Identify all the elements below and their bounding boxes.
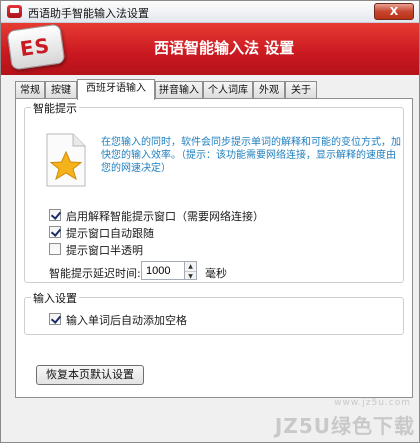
- auto-space-checkbox[interactable]: [49, 313, 61, 325]
- tab-panel-spanish-input: 智能提示 在您输入的同时，软件会同步提示单词的解释和可能的变位方式，加快您的输入…: [15, 98, 413, 398]
- logo-text: ES: [18, 33, 52, 62]
- tab-about[interactable]: 关于: [285, 81, 317, 99]
- document-star-icon: [46, 133, 86, 187]
- tab-general[interactable]: 常规: [15, 81, 45, 99]
- smart-hint-group-title: 智能提示: [31, 100, 79, 116]
- title-bar[interactable]: 西语助手智能输入法设置 X: [1, 1, 419, 23]
- tab-spanish-input[interactable]: 西班牙语输入: [77, 79, 155, 100]
- input-settings-group-title: 输入设置: [31, 290, 79, 306]
- hint-translucent-label: 提示窗口半透明: [66, 244, 143, 257]
- enable-hint-window-checkbox[interactable]: [49, 209, 61, 221]
- restore-defaults-button[interactable]: 恢复本页默认设置: [36, 365, 144, 385]
- window-title: 西语助手智能输入法设置: [28, 7, 149, 20]
- tab-keys[interactable]: 按键: [45, 81, 77, 99]
- delay-label: 智能提示延迟时间:: [49, 267, 141, 280]
- delay-unit: 毫秒: [205, 267, 227, 280]
- watermark-url: www.jz5u.com: [334, 398, 411, 408]
- close-button[interactable]: X: [374, 3, 414, 20]
- tab-personal-dictionary[interactable]: 个人词库: [203, 81, 253, 99]
- tab-strip: 常规 按键 西班牙语输入 拼音输入 个人词库 外观 关于: [15, 79, 415, 100]
- banner-title: 西语智能输入法 设置: [154, 39, 295, 57]
- tab-pinyin-input[interactable]: 拼音输入: [155, 81, 203, 99]
- watermark: www.jz5u.com JZ5U绿色下载: [274, 398, 415, 438]
- app-icon: [7, 5, 22, 18]
- hint-translucent-checkbox[interactable]: [49, 243, 61, 255]
- delay-input[interactable]: [141, 261, 185, 280]
- watermark-text: JZ5U绿色下载: [274, 414, 415, 438]
- delay-spinner[interactable]: ▲ ▼: [185, 261, 197, 280]
- hint-follow-label: 提示窗口自动跟随: [66, 227, 154, 240]
- input-settings-group: 输入设置 输入单词后自动添加空格: [24, 290, 404, 335]
- auto-space-label: 输入单词后自动添加空格: [66, 314, 187, 327]
- hint-follow-checkbox[interactable]: [49, 226, 61, 238]
- settings-window: 西语助手智能输入法设置 X ES 西语智能输入法 设置 常规 按键 西班牙语输入…: [0, 0, 420, 443]
- keyboard-key-logo-icon: ES: [6, 23, 66, 71]
- spin-up-icon[interactable]: ▲: [185, 262, 196, 271]
- enable-hint-window-label: 启用解释智能提示窗口（需要网络连接）: [66, 210, 264, 223]
- header-banner: ES 西语智能输入法 设置: [1, 23, 419, 75]
- smart-hint-group: 智能提示 在您输入的同时，软件会同步提示单词的解释和可能的变位方式，加快您的输入…: [24, 100, 404, 283]
- smart-hint-description: 在您输入的同时，软件会同步提示单词的解释和可能的变位方式，加快您的输入效率。（提…: [101, 137, 401, 174]
- spin-down-icon[interactable]: ▼: [185, 271, 196, 280]
- tab-appearance[interactable]: 外观: [253, 81, 285, 99]
